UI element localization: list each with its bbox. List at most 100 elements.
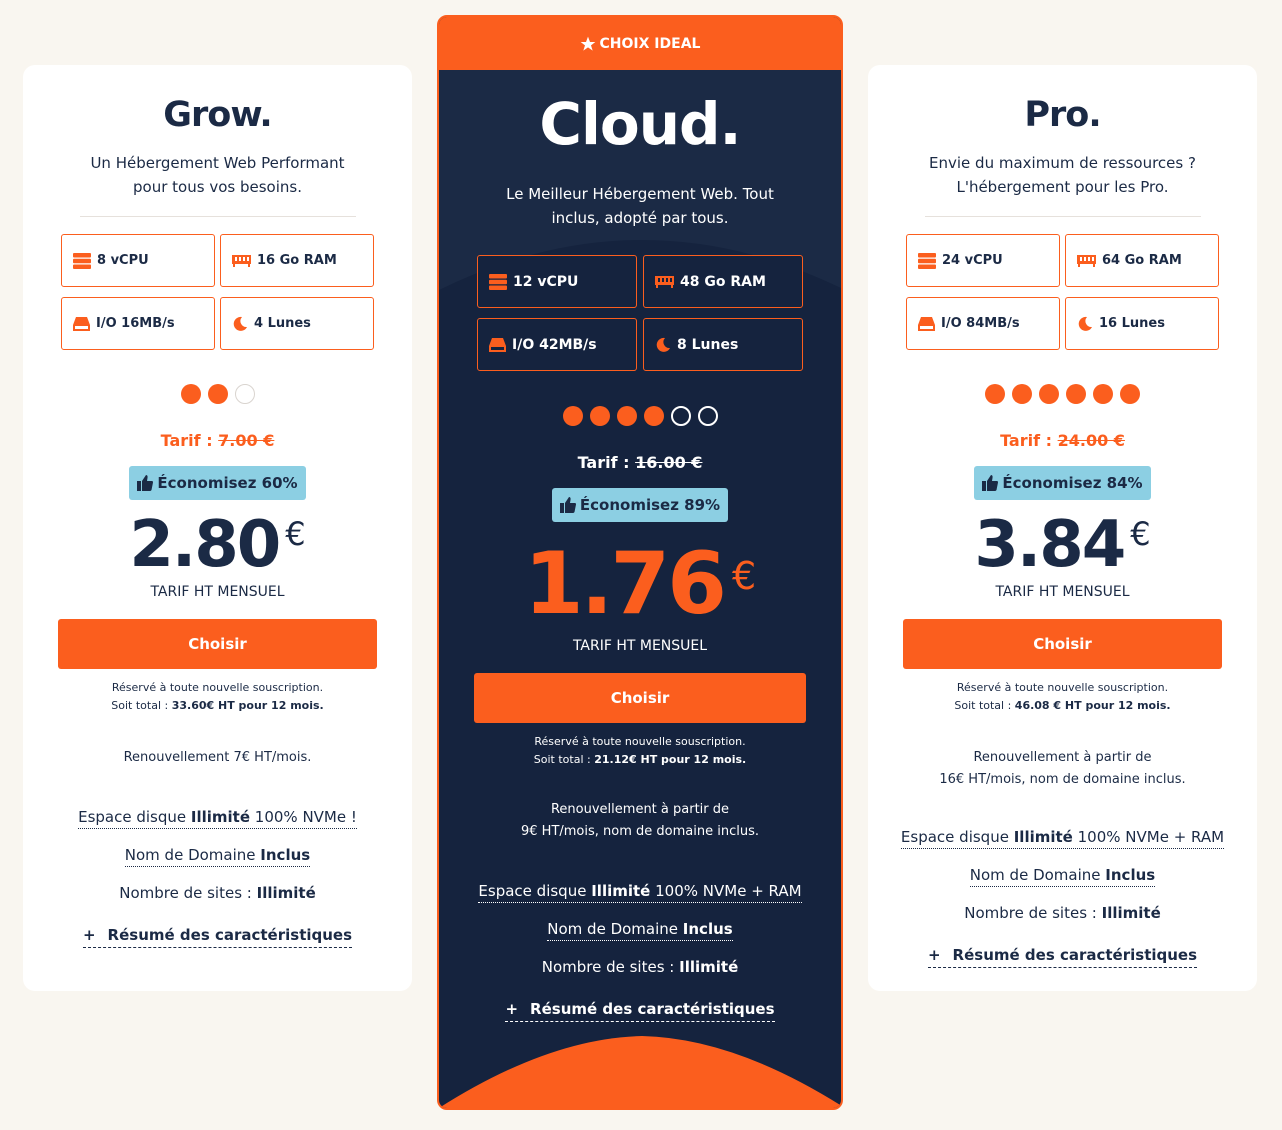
moon-icon [1078,316,1092,331]
spec-vcpu: 12 vCPU [477,255,637,308]
server-icon [489,273,507,290]
tarif-ht-label: TARIF HT MENSUEL [572,638,708,654]
spec-io-label: I/O 42MB/s [512,336,597,353]
level-dot-filled [616,406,637,426]
price: 3.84 € [868,508,1257,582]
spec-io-label: I/O 84MB/s [941,316,1020,331]
choose-button-cloud[interactable]: Choisir [474,673,806,723]
feature-disk[interactable]: Espace disque Illimité 100% NVMe + RAM [868,827,1257,849]
disk-icon [489,337,506,352]
spec-lunes-label: 8 Lunes [677,336,739,353]
domain-prefix: Nom de Domaine [969,866,1101,884]
feature-domain[interactable]: Nom de Domaine Inclus [868,865,1257,887]
disk-illimite: Illimité [591,882,651,900]
disk-icon [918,316,935,331]
renewal-info: Renouvellement à partir de 9€ HT/mois, n… [439,799,841,843]
spec-lunes: 8 Lunes [643,318,803,371]
disk-suffix: 100% NVMe + RAM [655,882,802,900]
plan-card-pro: Pro. Envie du maximum de ressources ? L'… [868,65,1257,991]
spec-io: I/O 16MB/s [61,297,215,350]
plan-description-line-2: pour tous vos besoins. [133,178,302,196]
plan-description-line-1: Le Meilleur Hébergement Web. Tout [506,185,774,203]
plus-icon: + [505,1000,519,1018]
savings-text: Économisez 60% [157,474,298,492]
old-price: 7.00 € [218,431,275,450]
level-dot-filled [1120,384,1140,404]
feature-disk-link[interactable]: Espace disque Illimité 100% NVMe ! [78,807,357,829]
total-value: 46.08 € HT pour 12 mois. [1014,699,1171,712]
summary-label: Résumé des caractéristiques [107,926,353,944]
feature-disk[interactable]: Espace disque Illimité 100% NVMe ! [23,807,412,829]
ram-icon [232,254,251,267]
feature-domain[interactable]: Nom de Domaine Inclus [439,919,841,941]
savings-badge: Économisez 84% [974,466,1151,500]
thumbs-up-icon [982,475,999,491]
moon-icon [233,316,247,331]
disk-illimite: Illimité [190,808,251,826]
disk-prefix: Espace disque [478,882,587,900]
plan-description-line-1: Un Hébergement Web Performant [90,154,345,172]
level-dot-filled [1012,384,1032,404]
disk-prefix: Espace disque [78,808,187,826]
ram-icon [655,275,674,288]
choose-button-pro[interactable]: Choisir [903,619,1222,669]
feature-sites: Nombre de sites : Illimité [868,903,1257,923]
features-summary-toggle[interactable]: + Résumé des caractéristiques [82,926,353,948]
choose-button-grow[interactable]: Choisir [58,619,377,669]
domain-prefix: Nom de Domaine [547,920,679,938]
level-dot-empty [697,406,718,426]
renewal-info: Renouvellement 7€ HT/mois. [23,747,412,769]
total-value: 33.60€ HT pour 12 mois. [171,699,324,712]
subscription-note: Réservé à toute nouvelle souscription. S… [868,679,1257,715]
footer-wave [439,1036,841,1108]
plan-description-line-1: Envie du maximum de ressources ? [929,154,1196,172]
feature-domain-link[interactable]: Nom de Domaine Inclus [969,865,1156,887]
feature-sites: Nombre de sites : Illimité [23,883,412,903]
sites-illimite: Illimité [679,958,739,976]
plan-name: Cloud. [539,90,741,158]
total-value: 21.12€ HT pour 12 mois. [594,753,747,766]
total-label: Soit total : [954,699,1012,712]
spec-vcpu: 24 vCPU [906,234,1060,287]
spec-lunes-label: 16 Lunes [1099,316,1165,331]
summary-label: Résumé des caractéristiques [952,946,1198,964]
server-icon [918,252,936,269]
level-dot-filled [643,406,664,426]
level-dot-filled [589,406,610,426]
spec-ram-label: 64 Go RAM [1102,253,1182,268]
domain-inclus: Inclus [682,920,733,938]
sites-prefix: Nombre de sites : [119,884,252,902]
tarif-ht-label: TARIF HT MENSUEL [995,584,1130,600]
spec-vcpu-label: 8 vCPU [97,253,149,268]
level-dot-filled [1093,384,1113,404]
feature-disk[interactable]: Espace disque Illimité 100% NVMe + RAM [439,881,841,903]
sites-illimite: Illimité [1101,904,1161,922]
price-currency: € [732,554,757,598]
feature-disk-link[interactable]: Espace disque Illimité 100% NVMe + RAM [478,881,802,903]
renewal-line-1: Renouvellement à partir de [973,750,1152,765]
price-value: 1.76 [523,534,727,634]
features-summary-toggle[interactable]: + Résumé des caractéristiques [927,946,1198,968]
spec-ram-label: 16 Go RAM [257,253,337,268]
level-dot-filled [985,384,1005,404]
feature-sites: Nombre de sites : Illimité [439,957,841,977]
price-value: 3.84 [974,508,1126,582]
feature-disk-link[interactable]: Espace disque Illimité 100% NVMe + RAM [900,827,1225,849]
sites-prefix: Nombre de sites : [541,958,675,976]
renewal-line-2: 9€ HT/mois, nom de domaine inclus. [521,824,759,839]
summary-label: Résumé des caractéristiques [530,1000,775,1018]
level-dots [868,384,1257,404]
price-currency: € [1130,515,1151,553]
feature-domain[interactable]: Nom de Domaine Inclus [23,845,412,867]
renewal-line-1: Renouvellement 7€ HT/mois. [123,750,312,765]
savings-text: Économisez 89% [579,496,721,514]
subscription-note: Réservé à toute nouvelle souscription. S… [23,679,412,715]
price: 2.80 € [23,508,412,582]
old-price: 16.00 € [635,453,703,472]
server-icon [73,252,91,269]
spec-vcpu: 8 vCPU [61,234,215,287]
feature-domain-link[interactable]: Nom de Domaine Inclus [124,845,311,867]
price-value: 2.80 [129,508,281,582]
feature-domain-link[interactable]: Nom de Domaine Inclus [547,919,733,941]
level-dot-filled [1066,384,1086,404]
